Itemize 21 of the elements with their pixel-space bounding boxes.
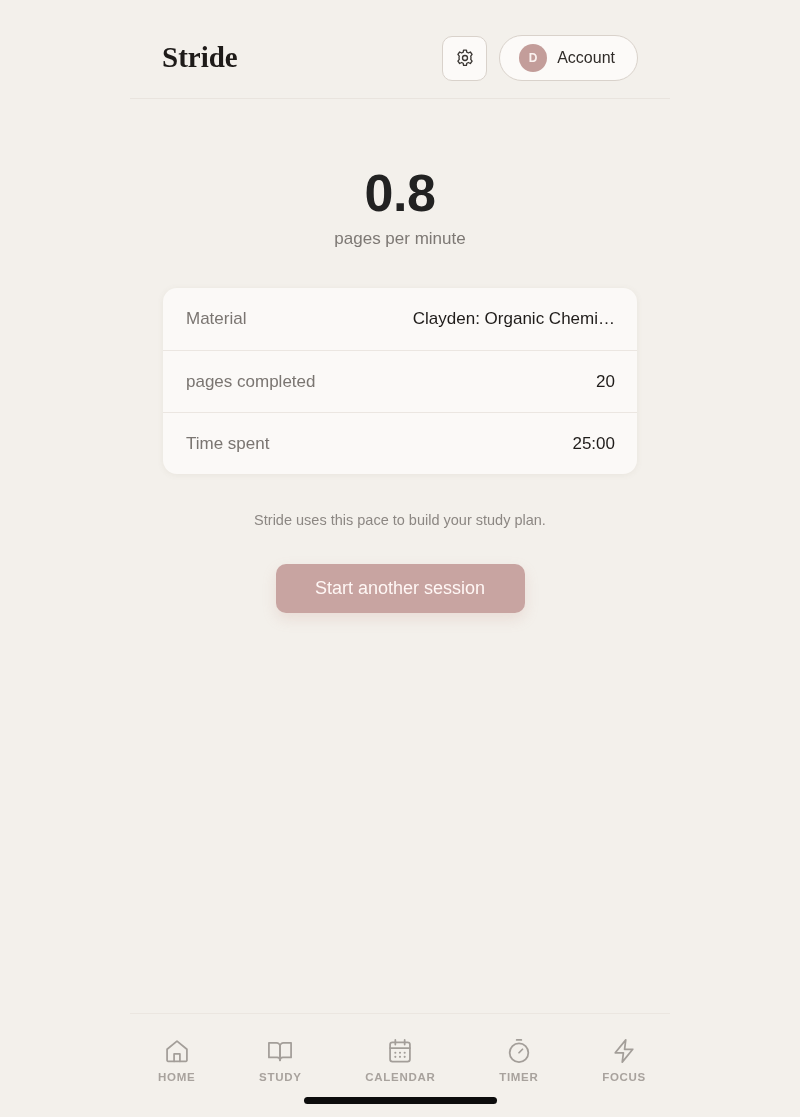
tab-bar-item[interactable]: STUDY <box>259 1037 302 1083</box>
pace-unit: pages per minute <box>334 229 466 249</box>
settings-button[interactable] <box>442 35 488 81</box>
row-value: 25:00 <box>572 433 615 454</box>
avatar: D <box>519 44 548 72</box>
app-logo: Stride <box>162 40 238 74</box>
settings-icon <box>454 48 475 68</box>
row-value: 20 <box>596 371 615 392</box>
start-session-button[interactable]: Start another session <box>275 564 525 613</box>
tab-bar-item[interactable]: CALENDAR <box>365 1037 436 1083</box>
tab-bar-item[interactable]: HOME <box>158 1037 196 1083</box>
pace-value: 0.8 <box>364 165 436 221</box>
row-value: Clayden: Organic Chemi… <box>412 309 615 329</box>
account-button[interactable]: D Account <box>499 35 638 81</box>
tab-bar-item[interactable]: FOCUS <box>602 1037 646 1083</box>
tab-bar-item[interactable]: TIMER <box>499 1037 539 1083</box>
row-label: Material <box>186 309 247 329</box>
row-label: Time spent <box>186 433 270 454</box>
row-label: pages completed <box>186 371 316 392</box>
info-text: Stride uses this pace to build your study plan. <box>254 512 546 528</box>
account-label: Account <box>557 49 615 67</box>
